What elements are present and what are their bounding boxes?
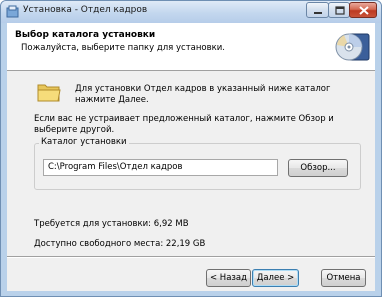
- installer-app-icon: [6, 5, 19, 18]
- title-bar[interactable]: Установка - Отдел кадров: [1, 1, 381, 23]
- page-title: Выбор каталога установки: [15, 30, 156, 40]
- minimize-button[interactable]: [306, 2, 329, 18]
- dialog-client-area: Выбор каталога установки Пожалуйста, выб…: [7, 23, 375, 291]
- cancel-button[interactable]: Отмена: [321, 269, 366, 287]
- footer-divider: [7, 256, 375, 258]
- install-path-field[interactable]: C:\Program Files\Отдел кадров: [43, 159, 278, 176]
- intro-text: Для установки Отдел кадров в указанный н…: [75, 84, 331, 105]
- close-button[interactable]: [349, 2, 377, 18]
- cd-disc-icon: [335, 33, 370, 61]
- space-available-text: Доступно свободного места: 22,19 GB: [34, 239, 206, 249]
- close-icon: [359, 6, 369, 15]
- install-directory-label: Каталог установки: [39, 137, 129, 147]
- installer-window: Установка - Отдел кадров Выбор каталога …: [0, 0, 382, 297]
- maximize-icon: [335, 6, 345, 15]
- maximize-button[interactable]: [328, 2, 350, 18]
- space-required-text: Требуется для установки: 6,92 MB: [34, 219, 189, 229]
- browse-button[interactable]: Обзор...: [288, 159, 348, 177]
- window-title: Установка - Отдел кадров: [23, 5, 148, 15]
- folder-icon: [37, 84, 61, 102]
- page-subtitle: Пожалуйста, выберите папку для установки…: [21, 43, 225, 53]
- note-text: Если вас не устраивает предложенный ката…: [34, 114, 334, 135]
- back-button[interactable]: < Назад: [206, 269, 251, 287]
- wizard-header: Выбор каталога установки Пожалуйста, выб…: [7, 23, 375, 71]
- minimize-icon: [314, 12, 322, 14]
- next-button[interactable]: Далее >: [252, 269, 299, 287]
